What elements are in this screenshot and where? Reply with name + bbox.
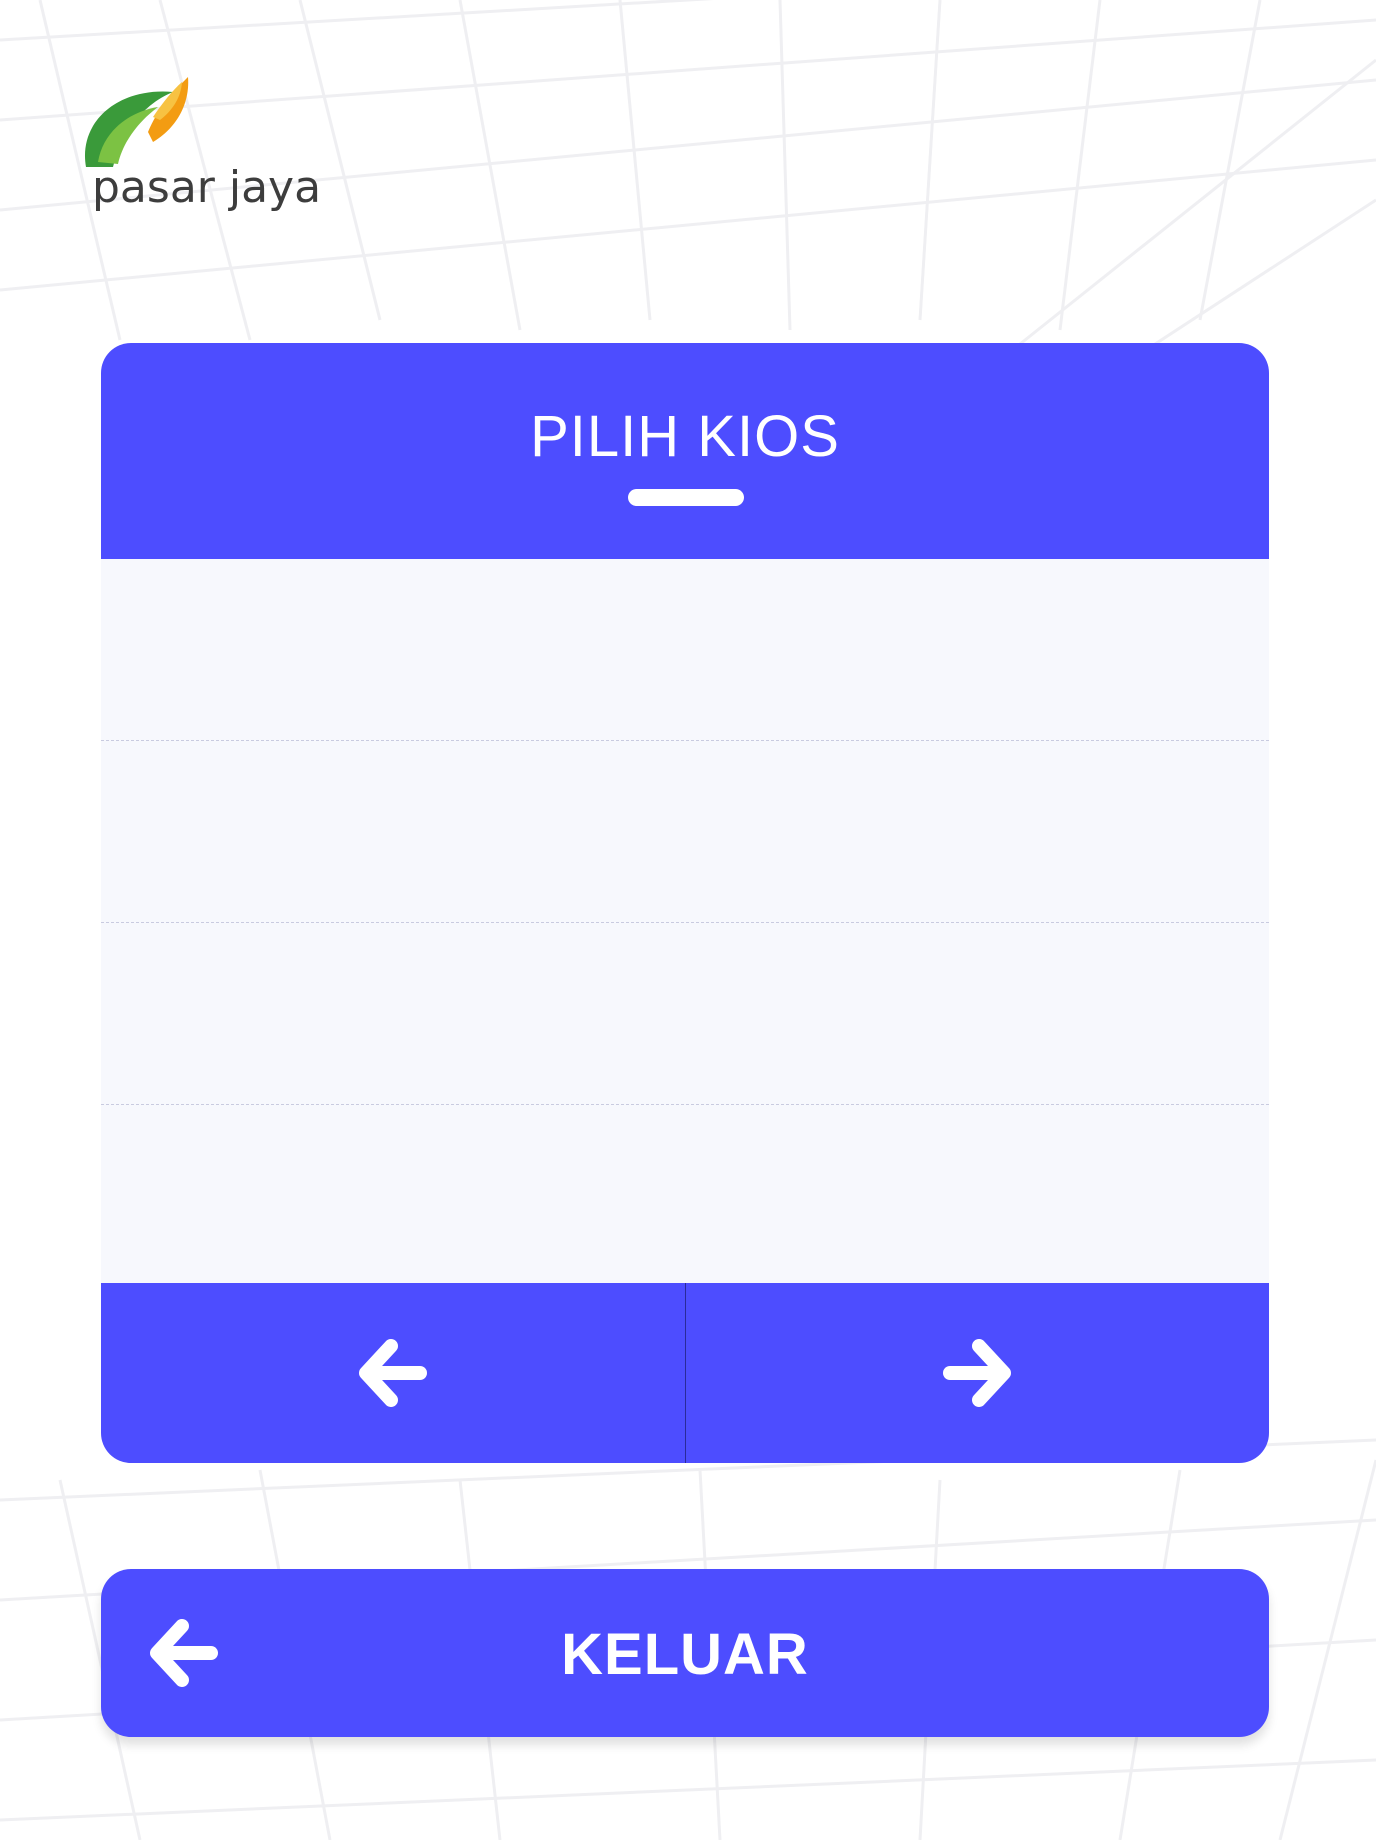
page-title: PILIH KIOS — [530, 404, 840, 469]
previous-page-button[interactable] — [101, 1283, 686, 1463]
pagination-bar — [101, 1283, 1269, 1463]
keluar-label: KELUAR — [561, 1622, 809, 1687]
list-item[interactable] — [101, 1105, 1269, 1287]
panel-header: PILIH KIOS — [101, 343, 1269, 559]
arrow-right-icon — [943, 1339, 1012, 1407]
logo-wordmark: pasar jaya — [92, 162, 322, 213]
list-item[interactable] — [101, 741, 1269, 923]
keluar-button[interactable]: KELUAR — [101, 1569, 1269, 1737]
pasar-jaya-logo: pasar jaya — [78, 72, 322, 222]
kios-list — [101, 559, 1269, 1283]
next-page-button[interactable] — [685, 1283, 1269, 1463]
pilih-kios-panel: PILIH KIOS — [101, 343, 1269, 1463]
list-item[interactable] — [101, 559, 1269, 741]
list-item[interactable] — [101, 923, 1269, 1105]
title-underline — [628, 489, 744, 506]
arrow-left-icon — [358, 1339, 427, 1407]
